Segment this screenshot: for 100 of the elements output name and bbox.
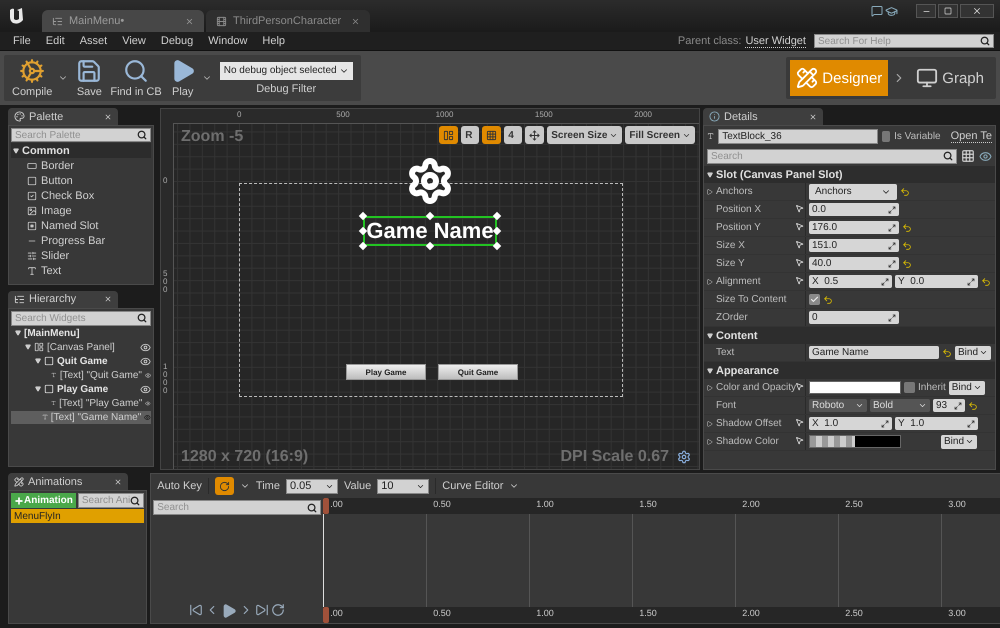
tree-item[interactable]: [Text] "Quit Game" bbox=[11, 368, 151, 382]
reset-icon[interactable] bbox=[902, 240, 912, 250]
reset-icon[interactable] bbox=[968, 400, 978, 410]
checkbox[interactable] bbox=[809, 294, 820, 305]
toolbar-button[interactable]: Save bbox=[72, 55, 106, 101]
auto-key-label[interactable]: Auto Key bbox=[157, 480, 202, 492]
font-family-dropdown[interactable]: Roboto bbox=[809, 399, 867, 412]
section-header[interactable]: Slot (Canvas Panel Slot) bbox=[704, 166, 995, 183]
tree-item[interactable]: [Canvas Panel] bbox=[11, 340, 151, 354]
reset-icon[interactable] bbox=[900, 186, 910, 196]
toolbar-button[interactable]: Compile bbox=[8, 55, 72, 101]
resize-handle[interactable] bbox=[426, 212, 434, 220]
close-icon[interactable] bbox=[809, 112, 817, 120]
move-button[interactable] bbox=[525, 126, 544, 144]
close-icon[interactable] bbox=[351, 16, 360, 26]
panel-tab[interactable]: Details bbox=[703, 108, 823, 125]
parent-class-link[interactable]: User Widget bbox=[745, 34, 806, 48]
tree-item[interactable]: [MainMenu] bbox=[11, 326, 151, 340]
magnet-button[interactable] bbox=[214, 477, 234, 495]
bind-dropdown[interactable]: Bind bbox=[940, 434, 977, 448]
expander-icon[interactable] bbox=[35, 358, 41, 364]
outline-toggle[interactable] bbox=[439, 126, 458, 144]
font-style-dropdown[interactable]: Bold bbox=[870, 399, 930, 412]
panel-tab[interactable]: Animations bbox=[8, 473, 128, 490]
toolbar-button[interactable]: Find in CB bbox=[106, 55, 166, 101]
playhead-marker[interactable] bbox=[323, 498, 330, 514]
mode-tab[interactable]: Graph bbox=[910, 60, 990, 96]
chat-icon[interactable] bbox=[871, 5, 883, 17]
menu-button[interactable]: Quit Game bbox=[438, 364, 518, 380]
maximize-button[interactable] bbox=[938, 4, 958, 18]
menu-item[interactable]: Debug bbox=[154, 35, 202, 47]
category-header[interactable]: Common bbox=[11, 143, 151, 158]
resize-handle[interactable] bbox=[426, 242, 434, 250]
grid-toggle[interactable] bbox=[482, 126, 502, 144]
color-swatch[interactable] bbox=[809, 435, 901, 448]
palette-item[interactable]: Button bbox=[11, 174, 151, 188]
menu-item[interactable]: Window bbox=[201, 35, 256, 47]
playhead-marker[interactable] bbox=[323, 607, 330, 623]
expander-icon[interactable] bbox=[25, 344, 31, 350]
menu-item[interactable]: Help bbox=[255, 35, 294, 47]
number-field[interactable]: X 1.0 bbox=[809, 417, 892, 430]
expander-icon[interactable] bbox=[707, 278, 713, 284]
palette-item[interactable]: Image bbox=[11, 204, 151, 218]
number-field[interactable]: 176.0 bbox=[809, 221, 899, 234]
eye-icon[interactable] bbox=[979, 150, 992, 162]
section-header[interactable]: Appearance bbox=[704, 362, 995, 379]
panel-tab[interactable]: Hierarchy bbox=[8, 290, 118, 308]
tree-item[interactable]: [Text] "Game Name" bbox=[11, 410, 151, 424]
number-field[interactable]: 0 bbox=[809, 311, 899, 324]
number-field[interactable]: Y 0.0 bbox=[895, 275, 978, 288]
close-button[interactable] bbox=[960, 4, 994, 18]
close-icon[interactable] bbox=[104, 295, 112, 303]
menu-item[interactable]: Edit bbox=[38, 35, 73, 47]
toolbar-button[interactable]: 4 bbox=[504, 126, 522, 144]
tree-item[interactable]: Play Game bbox=[11, 382, 151, 396]
palette-item[interactable]: Check Box bbox=[11, 189, 151, 203]
eye-icon[interactable] bbox=[140, 384, 151, 394]
tree-item[interactable]: [Text] "Play Game" bbox=[11, 396, 151, 410]
minimize-button[interactable] bbox=[916, 4, 936, 18]
reset-icon[interactable] bbox=[942, 348, 952, 358]
debug-object-dropdown[interactable]: No debug object selected bbox=[220, 62, 353, 80]
skip-back-icon[interactable] bbox=[189, 603, 204, 617]
name-field[interactable]: TextBlock_36 bbox=[718, 128, 878, 144]
value-field[interactable]: 10 bbox=[377, 478, 430, 494]
view-dropdown[interactable]: Fill Screen bbox=[625, 126, 695, 144]
document-tab[interactable]: ThirdPersonCharacter bbox=[206, 10, 370, 32]
number-field[interactable]: X 0.5 bbox=[809, 275, 892, 288]
number-field[interactable]: Y 1.0 bbox=[895, 417, 978, 430]
number-field[interactable]: 40.0 bbox=[809, 257, 899, 270]
view-dropdown[interactable]: Screen Size bbox=[547, 126, 622, 144]
palette-item[interactable]: Progress Bar bbox=[11, 234, 151, 248]
expander-icon[interactable] bbox=[707, 420, 713, 426]
reset-icon[interactable] bbox=[902, 258, 912, 268]
toolbar-button[interactable]: R bbox=[461, 126, 480, 144]
expander-icon[interactable] bbox=[707, 384, 713, 390]
checkbox[interactable] bbox=[904, 382, 915, 393]
settings-icon[interactable] bbox=[677, 450, 691, 464]
checkbox[interactable] bbox=[882, 130, 890, 142]
cap-icon[interactable] bbox=[885, 4, 898, 18]
close-icon[interactable] bbox=[114, 478, 122, 486]
animation-item[interactable]: MenuFlyIn bbox=[11, 509, 144, 523]
reset-icon[interactable] bbox=[981, 276, 991, 286]
palette-item[interactable]: Border bbox=[11, 159, 151, 173]
palette-item[interactable]: Slider bbox=[11, 249, 151, 263]
expander-icon[interactable] bbox=[707, 188, 713, 194]
reset-icon[interactable] bbox=[823, 294, 833, 304]
menu-item[interactable]: View bbox=[115, 35, 154, 47]
bind-dropdown[interactable]: Bind bbox=[948, 380, 985, 394]
play-icon[interactable] bbox=[221, 603, 238, 619]
close-icon[interactable] bbox=[104, 112, 112, 120]
palette-item[interactable]: Text bbox=[11, 264, 151, 278]
loop-icon[interactable] bbox=[271, 603, 286, 617]
color-swatch[interactable] bbox=[809, 381, 901, 394]
number-field[interactable]: 0.0 bbox=[809, 203, 899, 216]
section-header[interactable]: Content bbox=[704, 327, 995, 344]
bind-dropdown[interactable]: Bind bbox=[955, 346, 992, 360]
eye-icon[interactable] bbox=[140, 356, 151, 366]
menu-item[interactable]: File bbox=[6, 35, 39, 47]
reset-icon[interactable] bbox=[902, 222, 912, 232]
grid-icon[interactable] bbox=[961, 149, 975, 163]
